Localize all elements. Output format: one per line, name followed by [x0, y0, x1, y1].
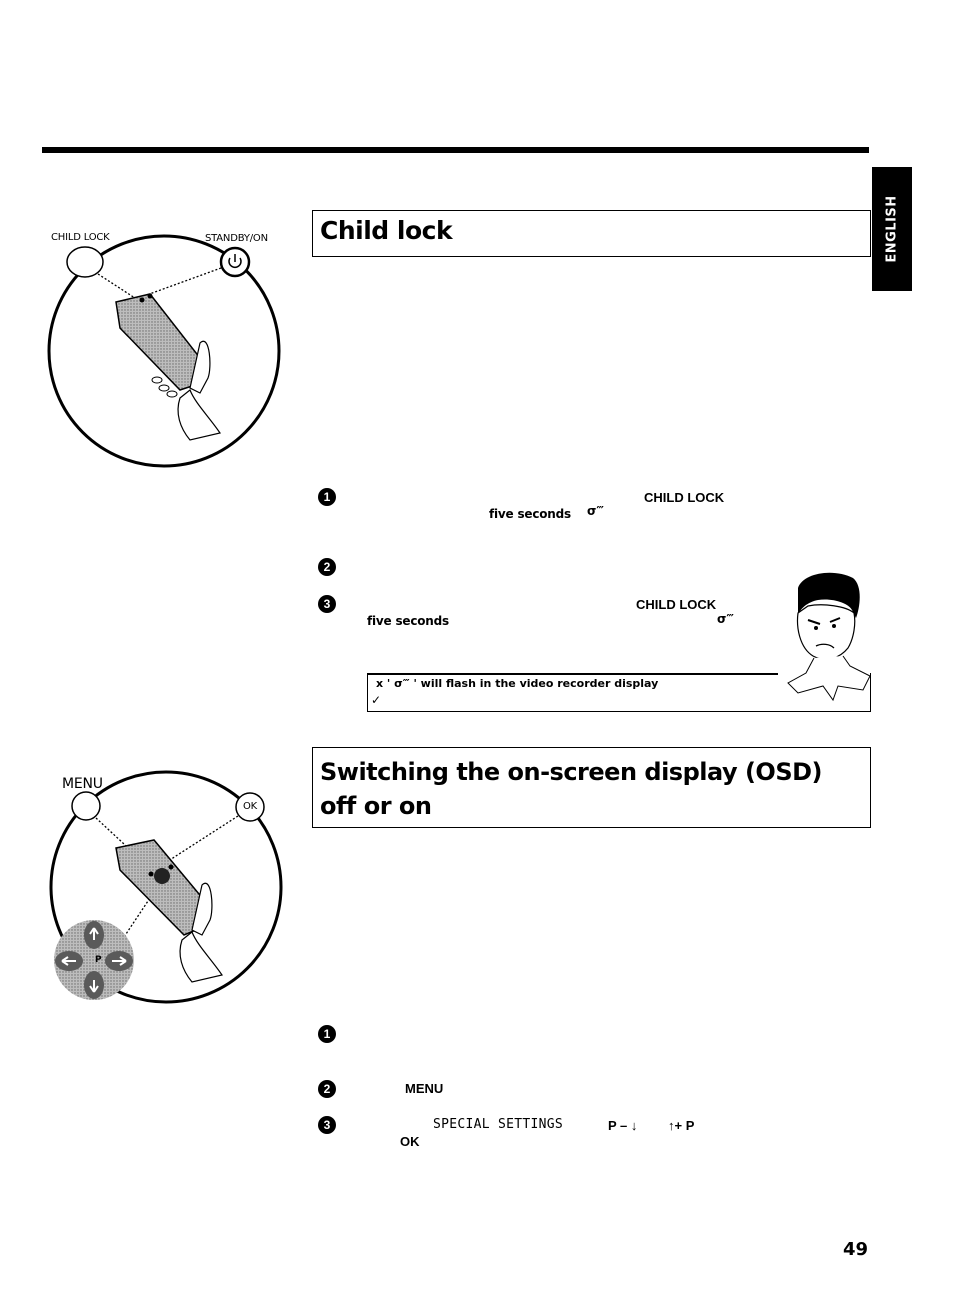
- menu-button-icon: [71, 791, 101, 821]
- note-box-border: [367, 673, 778, 675]
- menu-item-text: SPECIAL SETTINGS: [433, 1117, 564, 1132]
- page-number: 49: [843, 1239, 869, 1260]
- remote-control: [115, 293, 201, 391]
- step-number: 3: [318, 1116, 336, 1134]
- standby-on-label: STANDBY/ON: [205, 233, 268, 244]
- hand: [179, 931, 223, 983]
- key-icon: σ‴: [394, 677, 410, 690]
- note-suffix: ' will flash in the video recorder displ…: [413, 677, 659, 690]
- step-number: 2: [318, 1080, 336, 1098]
- header-rule: [42, 147, 869, 153]
- osd-illustration: MENU OK P: [44, 770, 294, 1015]
- channel-up-key: ↑+ P: [668, 1118, 695, 1133]
- child-lock-key-label: CHILD LOCK: [644, 490, 725, 505]
- language-tab-label: ENGLISH: [884, 195, 900, 263]
- note-text: x ' σ‴ ' will flash in the video recorde…: [376, 677, 658, 690]
- duration-text: five seconds: [367, 614, 449, 628]
- step-number: 1: [318, 1025, 336, 1043]
- key-icon: σ‴: [587, 504, 604, 518]
- hand: [177, 389, 221, 441]
- ok-label: OK: [243, 801, 258, 812]
- remote-control: [115, 839, 205, 936]
- child-lock-button-icon: [66, 246, 104, 278]
- note-prefix: x ': [376, 677, 391, 690]
- duration-text: five seconds: [489, 507, 571, 521]
- check-icon: ✓: [371, 693, 382, 707]
- step-number: 3: [318, 595, 336, 613]
- step-number: 1: [318, 488, 336, 506]
- child-lock-key-label: CHILD LOCK: [636, 597, 717, 612]
- child-lock-illustration: CHILD LOCK STANDBY/ON: [40, 228, 290, 473]
- menu-key-label: MENU: [405, 1081, 444, 1096]
- child-lock-title: Child lock: [312, 210, 871, 257]
- remote-control-illustration: [47, 234, 281, 468]
- key-icon: σ‴: [717, 612, 734, 626]
- step-number: 2: [318, 558, 336, 576]
- language-tab: ENGLISH: [872, 167, 912, 291]
- channel-down-key: P – ↓: [608, 1118, 638, 1133]
- child-lock-label: CHILD LOCK: [51, 232, 110, 243]
- ok-key-label: OK: [400, 1134, 420, 1149]
- menu-label: MENU: [62, 776, 103, 792]
- dpad-center-label: P: [95, 955, 102, 965]
- osd-title: Switching the on-screen display (OSD) of…: [312, 747, 871, 828]
